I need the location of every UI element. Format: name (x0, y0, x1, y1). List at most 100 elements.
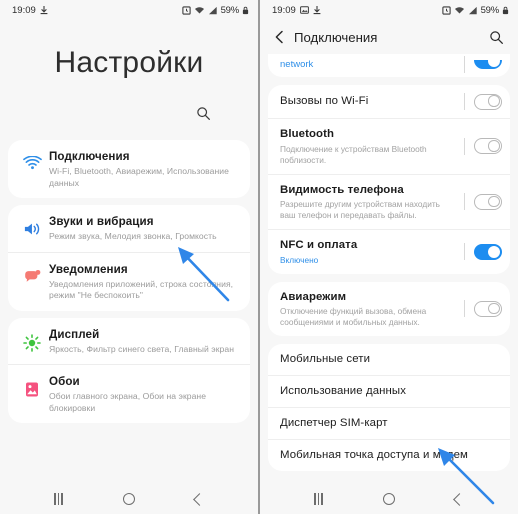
connections-group-airplane: Авиарежим Отключение функций вызова, обм… (268, 281, 510, 337)
sidebar-item-sublabel: Обои главного экрана, Обои на экране бло… (49, 391, 207, 413)
list-item-bluetooth[interactable]: Bluetooth Подключение к устройствам Blue… (268, 118, 510, 174)
sidebar-item-sublabel: Уведомления приложений, строка состояния… (49, 278, 234, 301)
connections-group-wifi: network (268, 54, 510, 77)
list-item-wifi-calling[interactable]: Вызовы по Wi-Fi (268, 85, 510, 118)
connections-group-mobile: Мобильные сети Использование данных Дисп… (268, 344, 510, 471)
home-icon[interactable] (122, 493, 135, 505)
search-icon[interactable] (196, 106, 211, 126)
battery-percent: 59% (480, 4, 500, 16)
status-bar-left-cluster: 19:09 (12, 5, 48, 16)
airplane-mode-toggle[interactable] (474, 300, 502, 317)
toggle-wrap (464, 56, 502, 73)
list-item-wifi-network[interactable]: network (268, 54, 510, 77)
list-item-sublabel: Отключение функций вызова, обмена сообще… (280, 306, 427, 327)
list-item-label: Мобильная точка доступа и модем (280, 449, 468, 461)
divider (464, 56, 465, 73)
wifi-toggle[interactable] (474, 60, 502, 69)
wallpaper-icon (17, 374, 47, 398)
list-item-phone-visibility[interactable]: Видимость телефона Разрешите другим устр… (268, 173, 510, 230)
status-bar-left: 19:09 59% (0, 0, 258, 20)
connections-list: network Вызовы по Wi-Fi Bluetooth Подклю… (260, 54, 518, 484)
sidebar-item-wallpaper[interactable]: Обои Обои главного экрана, Обои на экран… (8, 364, 250, 423)
sidebar-item-display[interactable]: Дисплей Яркость, Фильтр синего света, Гл… (8, 318, 250, 365)
brightness-icon (17, 327, 47, 352)
back-arrow-icon[interactable] (268, 30, 290, 44)
sidebar-item-connections[interactable]: Подключения Wi-Fi, Bluetooth, Авиарежим,… (8, 140, 250, 198)
navigation-bar-left (0, 484, 258, 514)
divider (464, 193, 465, 211)
sidebar-item-label: Звуки и вибрация (49, 215, 154, 228)
wifi-icon (17, 149, 47, 171)
image-icon (299, 6, 309, 14)
volume-icon (17, 214, 47, 237)
right-phone-screen: 19:09 59% Подключения network Вызовы по … (259, 0, 518, 514)
toggle-wrap (464, 300, 502, 318)
page-title: Настройки (54, 46, 204, 79)
wifi-calling-toggle[interactable] (474, 93, 502, 110)
list-item-label: Мобильные сети (280, 353, 371, 365)
settings-group: Подключения Wi-Fi, Bluetooth, Авиарежим,… (8, 140, 250, 198)
status-bar-left-cluster: 19:09 (272, 5, 321, 16)
toggle-wrap (464, 93, 502, 110)
navigation-bar-right (260, 484, 518, 514)
status-time: 19:09 (272, 4, 296, 16)
divider (464, 137, 465, 155)
list-item-label: Вызовы по Wi-Fi (280, 95, 369, 107)
list-item-label: Видимость телефона (280, 183, 404, 196)
signal-icon (468, 6, 477, 14)
back-icon[interactable] (193, 492, 206, 506)
download-icon (40, 5, 48, 14)
alarm-icon (441, 5, 451, 15)
back-icon[interactable] (453, 492, 466, 506)
wifi-icon (454, 6, 464, 14)
list-item-sublabel: Разрешите другим устройствам находить ва… (280, 199, 440, 220)
recents-icon[interactable] (314, 493, 323, 505)
sidebar-item-label: Уведомления (49, 262, 128, 276)
sidebar-item-sublabel: Wi-Fi, Bluetooth, Авиарежим, Использован… (49, 166, 229, 188)
status-bar-right: 19:09 59% (260, 0, 518, 20)
divider (464, 300, 465, 318)
bluetooth-toggle[interactable] (474, 138, 502, 155)
sidebar-item-sublabel: Режим звука, Мелодия звонка, Громкость (49, 231, 217, 241)
app-bar-title: Подключения (294, 29, 378, 45)
list-item-mobile-networks[interactable]: Мобильные сети (268, 344, 510, 375)
settings-list: Подключения Wi-Fi, Bluetooth, Авиарежим,… (0, 140, 258, 484)
search-icon[interactable] (486, 30, 506, 45)
left-phone-screen: 19:09 59% Настройки Подключения Wi-Fi, B… (0, 0, 259, 514)
divider (464, 93, 465, 110)
nfc-toggle[interactable] (474, 243, 502, 260)
list-item-label: Диспетчер SIM-карт (280, 417, 388, 429)
sidebar-item-notifications[interactable]: Уведомления Уведомления приложений, стро… (8, 251, 250, 311)
sidebar-item-sounds[interactable]: Звуки и вибрация Режим звука, Мелодия зв… (8, 205, 250, 252)
list-item-sim-manager[interactable]: Диспетчер SIM-карт (268, 407, 510, 439)
sidebar-item-label: Подключения (49, 150, 130, 163)
sidebar-item-sublabel: Яркость, Фильтр синего света, Главный эк… (49, 343, 234, 354)
lock-icon (502, 6, 509, 14)
settings-title-area: Настройки (0, 20, 258, 140)
list-item-hotspot-tethering[interactable]: Мобильная точка доступа и модем (268, 439, 510, 471)
list-item-sublabel: Подключение к устройствам Bluetooth побл… (280, 143, 427, 165)
signal-icon (208, 6, 217, 14)
toggle-wrap (464, 193, 502, 211)
list-item-label: Bluetooth (280, 128, 335, 140)
status-bar-right-cluster: 59% (181, 4, 249, 16)
lock-icon (242, 6, 249, 14)
status-bar-right-cluster: 59% (441, 4, 509, 16)
dual-screenshot-container: 19:09 59% Настройки Подключения Wi-Fi, B… (0, 0, 518, 514)
toggle-wrap (464, 137, 502, 155)
status-time: 19:09 (12, 4, 36, 16)
connections-group-main: Вызовы по Wi-Fi Bluetooth Подключение к … (268, 85, 510, 274)
home-icon[interactable] (382, 493, 395, 505)
toggle-wrap (464, 243, 502, 261)
list-item-label: Использование данных (280, 385, 407, 397)
battery-percent: 59% (220, 4, 240, 16)
recents-icon[interactable] (54, 493, 63, 505)
list-item-data-usage[interactable]: Использование данных (268, 375, 510, 407)
phone-visibility-toggle[interactable] (474, 193, 502, 210)
download-icon (313, 5, 321, 14)
sidebar-item-label: Дисплей (49, 327, 100, 341)
list-item-airplane-mode[interactable]: Авиарежим Отключение функций вызова, обм… (268, 282, 510, 337)
alarm-icon (181, 5, 191, 15)
list-item-sublabel: Включено (280, 254, 319, 265)
list-item-nfc[interactable]: NFC и оплата Включено (268, 229, 510, 274)
